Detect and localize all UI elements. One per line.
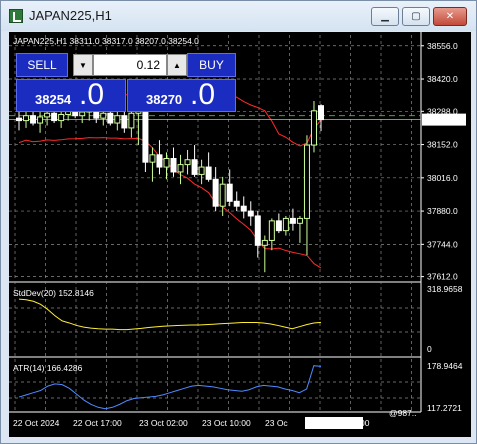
maximize-button[interactable]: ▢ xyxy=(402,7,430,26)
atr-max-label: 178.9464 xyxy=(427,361,463,371)
candle-body xyxy=(79,111,86,117)
candle-body xyxy=(282,217,289,232)
sell-price-main: 38254 xyxy=(35,92,72,107)
time-tick-label: 23 Oct 02:00 xyxy=(139,418,188,428)
stddev-max-label: 318.9658 xyxy=(427,284,463,294)
atr-min-label: 117.2721 xyxy=(427,403,462,413)
watermark-text: @987.. xyxy=(389,408,417,418)
candle-body xyxy=(107,112,114,124)
candle-body xyxy=(184,159,191,166)
lot-increase-button[interactable]: ▲ xyxy=(167,54,187,76)
candle-body xyxy=(128,112,135,129)
buy-price-box[interactable]: 38270 .0 xyxy=(127,78,236,112)
app-window: JAPAN225,H1 ▁ ▢ ✕ JAPAN225,H1 38311.0 38… xyxy=(0,0,477,444)
candle-body xyxy=(289,217,296,224)
buy-price-main: 38270 xyxy=(146,92,183,107)
candle-body xyxy=(275,220,282,232)
price-tick-label: 37612.0 xyxy=(427,272,458,282)
sell-button[interactable]: SELL xyxy=(16,53,68,77)
candle-body xyxy=(254,215,261,246)
candle-body xyxy=(296,217,303,224)
price-tick-label: 38016.0 xyxy=(427,173,458,183)
candle-body xyxy=(51,112,58,122)
candle-body xyxy=(247,210,254,217)
candle-body xyxy=(163,158,170,168)
one-click-trading-panel: SELL ▼ 0.12 ▲ BUY 38254 .0 38270 .0 xyxy=(16,53,236,112)
candle-body xyxy=(205,166,212,180)
candle-body xyxy=(226,183,233,202)
candle-body xyxy=(177,164,184,173)
minimize-button[interactable]: ▁ xyxy=(371,7,399,26)
buy-price-decimal: .0 xyxy=(190,78,216,111)
chart-app-icon xyxy=(9,9,23,23)
candle-body xyxy=(303,144,310,219)
stddev-min-label: 0 xyxy=(427,344,432,354)
time-tick-label: 22 Oct 2024 xyxy=(13,418,60,428)
sell-price-box[interactable]: 38254 .0 xyxy=(16,78,126,112)
candle-body xyxy=(240,205,247,212)
close-button[interactable]: ✕ xyxy=(433,7,467,26)
buy-button[interactable]: BUY xyxy=(187,53,236,77)
candle-body xyxy=(170,158,177,173)
window-title: JAPAN225,H1 xyxy=(29,8,112,23)
candle-body xyxy=(233,200,240,207)
price-tick-label: 37744.0 xyxy=(427,239,458,249)
candle-body xyxy=(219,183,226,207)
time-tick-label: 23 Oct 10:00 xyxy=(202,418,251,428)
candle-body xyxy=(142,110,149,163)
atr-label: ATR(14) 166.4286 xyxy=(13,363,83,373)
time-tick-label: 22 Oct 17:00 xyxy=(73,418,122,428)
chart-header-text: JAPAN225,H1 38311.0 38317.0 38207.0 3825… xyxy=(13,36,199,46)
lot-decrease-button[interactable]: ▼ xyxy=(73,54,93,76)
candle-body xyxy=(149,154,156,163)
price-tick-label: 37880.0 xyxy=(427,206,458,216)
candle-body xyxy=(30,115,37,124)
candle-body xyxy=(16,117,22,122)
candle-body xyxy=(261,239,268,246)
candle-body xyxy=(58,113,65,122)
lot-size-input[interactable]: 0.12 xyxy=(93,54,167,76)
window-titlebar[interactable]: JAPAN225,H1 ▁ ▢ ✕ xyxy=(1,1,476,31)
candle-body xyxy=(44,112,51,118)
current-price-label: 38254.0 xyxy=(425,115,456,125)
candle-body xyxy=(191,159,198,175)
bollinger-lower-band xyxy=(18,137,322,269)
candle-body xyxy=(114,115,121,124)
candle-body xyxy=(268,220,275,241)
candle-body xyxy=(198,166,205,175)
candle-body xyxy=(121,115,128,129)
price-tick-label: 38152.0 xyxy=(427,140,458,150)
candle-body xyxy=(100,112,107,119)
sell-price-decimal: .0 xyxy=(79,78,105,111)
candle-body xyxy=(212,178,219,207)
candle-body xyxy=(37,116,44,124)
candle-body xyxy=(156,154,163,168)
price-tick-label: 38420.0 xyxy=(427,74,458,84)
candle-body xyxy=(310,110,317,146)
stddev-line xyxy=(18,298,322,331)
price-tick-label: 38556.0 xyxy=(427,41,458,51)
candle-body xyxy=(23,115,30,122)
time-highlight-label: 2024.10.24 3:00 xyxy=(308,418,370,428)
stddev-label: StdDev(20) 152.8146 xyxy=(13,288,94,298)
candle-body xyxy=(318,105,324,121)
time-tick-label: 23 Oc xyxy=(265,418,288,428)
chart-area[interactable]: JAPAN225,H1 38311.0 38317.0 38207.0 3825… xyxy=(9,32,471,437)
